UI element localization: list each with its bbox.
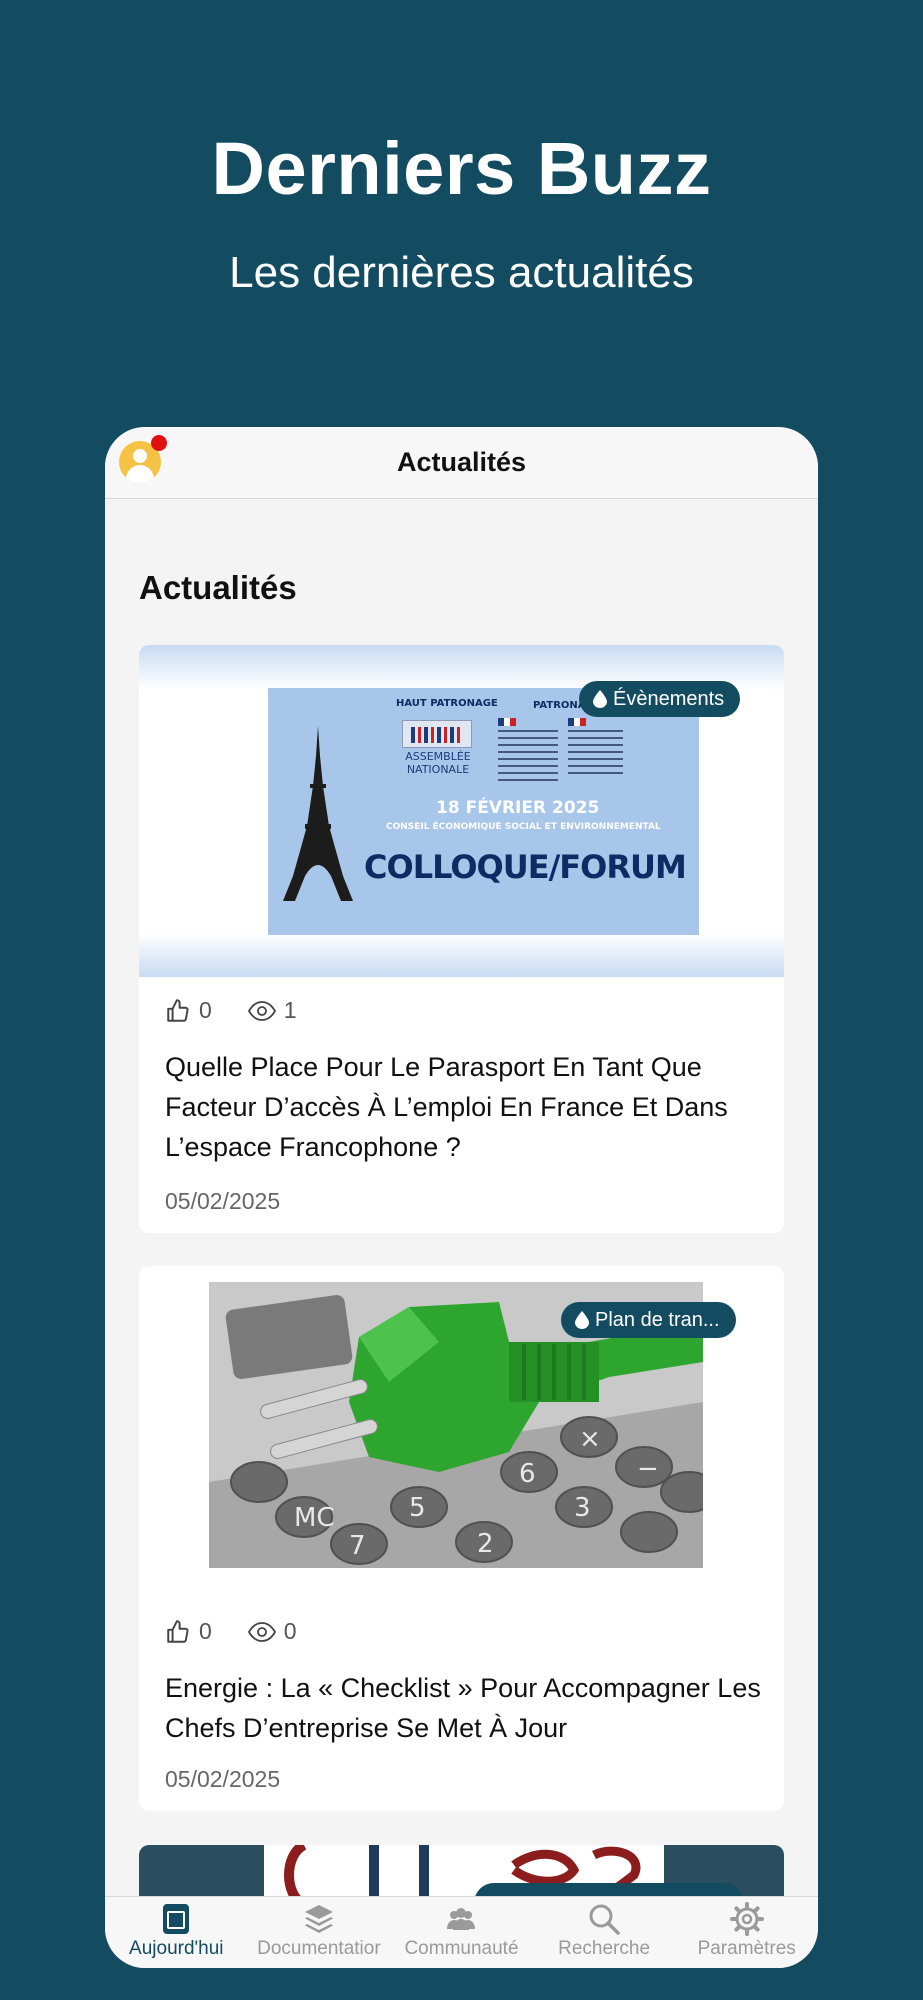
category-badge[interactable]: Évènements: [579, 681, 741, 717]
eye-icon: [247, 1621, 276, 1642]
drop-icon: [593, 690, 607, 708]
tab-bar: Aujourd'hui Documentatior Communauté Rec…: [105, 1896, 818, 1968]
poster-event: COLLOQUE/FORUM: [364, 848, 687, 886]
ministry-flag: [498, 718, 516, 726]
article-date: 05/02/2025: [165, 1188, 281, 1214]
today-icon: [163, 1904, 190, 1934]
navbar: Actualités: [105, 427, 818, 499]
article-card[interactable]: HAUT PATRONAGE PATRONAGE ASSEMBLÉE NATIO…: [139, 645, 784, 1233]
category-label: Plan de tran...: [595, 1308, 720, 1331]
tab-label: Paramètres: [697, 1938, 796, 1959]
article-card[interactable]: MC 7 5 6 3 × − 2 Plan de tran... 0 0 Ener…: [139, 1266, 784, 1811]
ministry-text-block: [568, 730, 623, 774]
navbar-title: Actualités: [396, 447, 527, 477]
eye-icon: [247, 1000, 276, 1021]
drop-icon: [575, 1311, 589, 1329]
svg-text:3: 3: [574, 1493, 591, 1523]
like-count: 0: [199, 1618, 212, 1644]
like-button[interactable]: 0: [165, 997, 212, 1024]
tab-today[interactable]: Aujourd'hui: [105, 1897, 248, 1968]
tab-search[interactable]: Recherche: [533, 1897, 676, 1968]
layers-icon: [304, 1905, 333, 1933]
tab-label: Aujourd'hui: [129, 1938, 224, 1959]
svg-text:7: 7: [349, 1531, 366, 1561]
article-date: 05/02/2025: [165, 1766, 281, 1792]
article-title[interactable]: Energie : La « Checklist » Pour Accompag…: [165, 1668, 765, 1748]
like-count: 0: [199, 997, 212, 1023]
poster-venue: CONSEIL ÉCONOMIQUE SOCIAL ET ENVIRONNEME…: [386, 822, 661, 832]
tab-settings[interactable]: Paramètres: [675, 1897, 818, 1968]
poster-date: 18 FÉVRIER 2025: [436, 798, 600, 818]
phone-screen: Actualités Actualités HAUT PATRONAGE PAT…: [105, 427, 818, 1968]
article-stats: 0 0: [165, 1618, 297, 1645]
poster-haut-patronage: HAUT PATRONAGE: [396, 698, 498, 709]
poster-assemblee: ASSEMBLÉE NATIONALE: [405, 750, 471, 776]
view-count: 1: [283, 997, 297, 1023]
tab-label: Communauté: [404, 1938, 519, 1959]
section-title: Actualités: [139, 569, 297, 606]
eiffel-tower-icon: [283, 726, 353, 901]
svg-text:×: ×: [579, 1424, 601, 1454]
assemblee-logo: [402, 720, 472, 748]
svg-text:−: −: [637, 1454, 659, 1484]
hero-title: Derniers Buzz: [211, 127, 712, 210]
gear-icon: [729, 1902, 764, 1936]
svg-text:6: 6: [519, 1459, 536, 1489]
svg-text:2: 2: [477, 1529, 494, 1559]
article-title[interactable]: Quelle Place Pour Le Parasport En Tant Q…: [165, 1047, 765, 1167]
hero-subtitle: Les dernières actualités: [229, 248, 694, 297]
thumbs-up-icon: [167, 1619, 189, 1643]
tab-community[interactable]: Communauté: [390, 1897, 533, 1968]
like-button[interactable]: 0: [165, 1618, 212, 1645]
ministry-text-block: [498, 730, 558, 782]
tab-label: Documentatior: [257, 1938, 381, 1959]
tab-documentation[interactable]: Documentatior: [248, 1897, 391, 1968]
views-stat: 0: [247, 1618, 297, 1645]
thumbs-up-icon: [167, 998, 189, 1022]
event-poster: HAUT PATRONAGE PATRONAGE ASSEMBLÉE NATIO…: [268, 688, 699, 935]
category-badge[interactable]: Plan de tran...: [561, 1302, 736, 1338]
svg-text:5: 5: [409, 1493, 426, 1523]
search-icon: [589, 1904, 620, 1935]
view-count: 0: [283, 1618, 297, 1644]
community-icon: [447, 1908, 476, 1930]
svg-text:MC: MC: [294, 1503, 335, 1533]
views-stat: 1: [247, 997, 297, 1024]
category-label: Évènements: [613, 687, 725, 710]
article-stats: 0 1: [165, 997, 297, 1024]
ministry-flag: [568, 718, 586, 726]
tab-label: Recherche: [558, 1938, 651, 1959]
